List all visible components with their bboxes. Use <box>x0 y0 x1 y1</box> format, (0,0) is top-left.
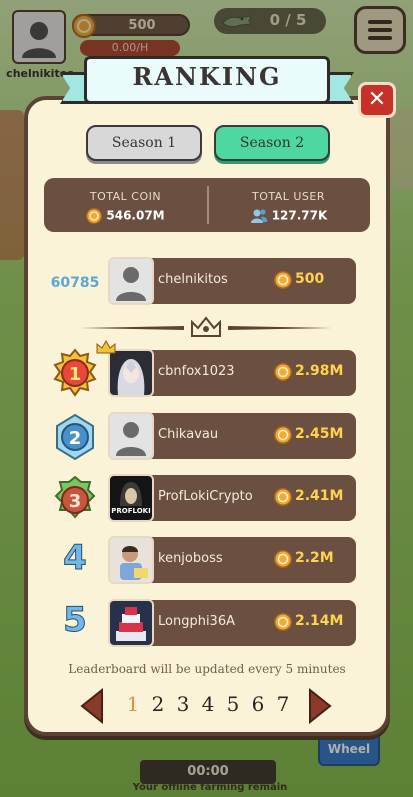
child-photo-avatar <box>108 536 154 584</box>
ranking-title: RANKING <box>132 62 282 91</box>
season-2-tab[interactable]: Season 2 <box>214 125 330 161</box>
my-rank-number: 60785 <box>50 275 100 291</box>
rank-number: 5 <box>63 600 88 641</box>
player-name: ProfLokiCrypto <box>158 489 253 504</box>
total-user-stat: TOTAL USER 127.77K <box>207 178 370 232</box>
coin-icon <box>274 488 292 506</box>
user-silhouette-icon <box>116 267 146 301</box>
stats-bar: TOTAL COIN 546.07M TOTAL USER 127.77K <box>44 178 370 232</box>
page-2[interactable]: 2 <box>147 692 169 716</box>
coin-icon <box>274 613 292 631</box>
leaderboard-row-3: PROFLOKI ProfLokiCrypto 2.41M <box>108 474 356 522</box>
profloki-logo-image: PROFLOKI <box>110 476 152 520</box>
default-avatar <box>108 257 154 305</box>
my-name: chelnikitos <box>158 272 228 287</box>
svg-text:2: 2 <box>69 428 82 449</box>
season-1-tab[interactable]: Season 1 <box>86 125 202 161</box>
my-ranking-row: chelnikitos 500 <box>108 257 356 305</box>
bronze-medal-icon: 3 <box>54 475 96 519</box>
leaderboard-update-note: Leaderboard will be updated every 5 minu… <box>68 662 346 676</box>
page-3[interactable]: 3 <box>172 692 194 716</box>
player-score-value: 2.45M <box>295 426 344 442</box>
next-page-arrow-icon[interactable] <box>306 688 334 724</box>
leaderboard-row-4: kenjoboss 2.2M <box>108 536 356 584</box>
gold-medal-icon: 1 <box>53 348 97 397</box>
svg-text:PROFLOKI: PROFLOKI <box>111 507 150 515</box>
player-score-value: 2.98M <box>295 363 344 379</box>
child-photo-image <box>110 538 152 582</box>
anime-avatar <box>108 349 154 397</box>
svg-text:3: 3 <box>69 491 82 512</box>
page-6[interactable]: 6 <box>247 692 269 716</box>
total-coin-value: 546.07M <box>106 208 165 223</box>
coin-icon <box>274 426 292 444</box>
cake-image <box>110 601 152 645</box>
default-avatar <box>108 412 154 460</box>
total-user-label: TOTAL USER <box>251 190 326 203</box>
player-name: kenjoboss <box>158 551 223 566</box>
page-7[interactable]: 7 <box>272 692 294 716</box>
player-score-value: 2.2M <box>295 550 334 566</box>
svg-text:1: 1 <box>69 364 82 385</box>
player-score-value: 2.41M <box>295 488 344 504</box>
leaderboard-row-1: cbnfox1023 2.98M <box>108 349 356 397</box>
crown-divider <box>80 316 332 337</box>
my-score-value: 500 <box>295 271 325 287</box>
page-1[interactable]: 1 <box>122 692 144 716</box>
prev-page-arrow-icon[interactable] <box>78 688 106 724</box>
player-name: Longphi36A <box>158 614 235 629</box>
total-coin-value-wrap: 546.07M <box>44 208 207 224</box>
leaderboard-row-5: Longphi36A 2.14M <box>108 599 356 647</box>
anime-character-image <box>110 351 152 395</box>
page-5[interactable]: 5 <box>222 692 244 716</box>
coin-icon <box>86 208 103 224</box>
total-user-value: 127.77K <box>271 208 328 223</box>
coin-icon <box>274 363 292 381</box>
player-score-value: 2.14M <box>295 613 344 629</box>
rank-number: 4 <box>63 538 88 579</box>
player-name: Chikavau <box>158 427 219 442</box>
total-coin-label: TOTAL COIN <box>89 190 162 203</box>
close-button[interactable]: ✕ <box>358 82 396 118</box>
coin-icon <box>274 271 292 289</box>
user-silhouette-icon <box>116 422 146 456</box>
silver-medal-icon: 2 <box>56 413 94 461</box>
users-icon <box>250 209 267 223</box>
profloki-avatar: PROFLOKI <box>108 474 154 522</box>
coin-icon <box>274 550 292 568</box>
small-crown-icon <box>96 340 116 354</box>
leaderboard-row-2: Chikavau 2.45M <box>108 412 356 460</box>
total-coin-stat: TOTAL COIN 546.07M <box>44 178 207 232</box>
total-user-value-wrap: 127.77K <box>207 208 370 224</box>
page-4[interactable]: 4 <box>197 692 219 716</box>
cake-avatar <box>108 599 154 647</box>
player-name: cbnfox1023 <box>158 364 235 379</box>
pagination: 1 2 3 4 5 6 7 <box>70 684 344 728</box>
